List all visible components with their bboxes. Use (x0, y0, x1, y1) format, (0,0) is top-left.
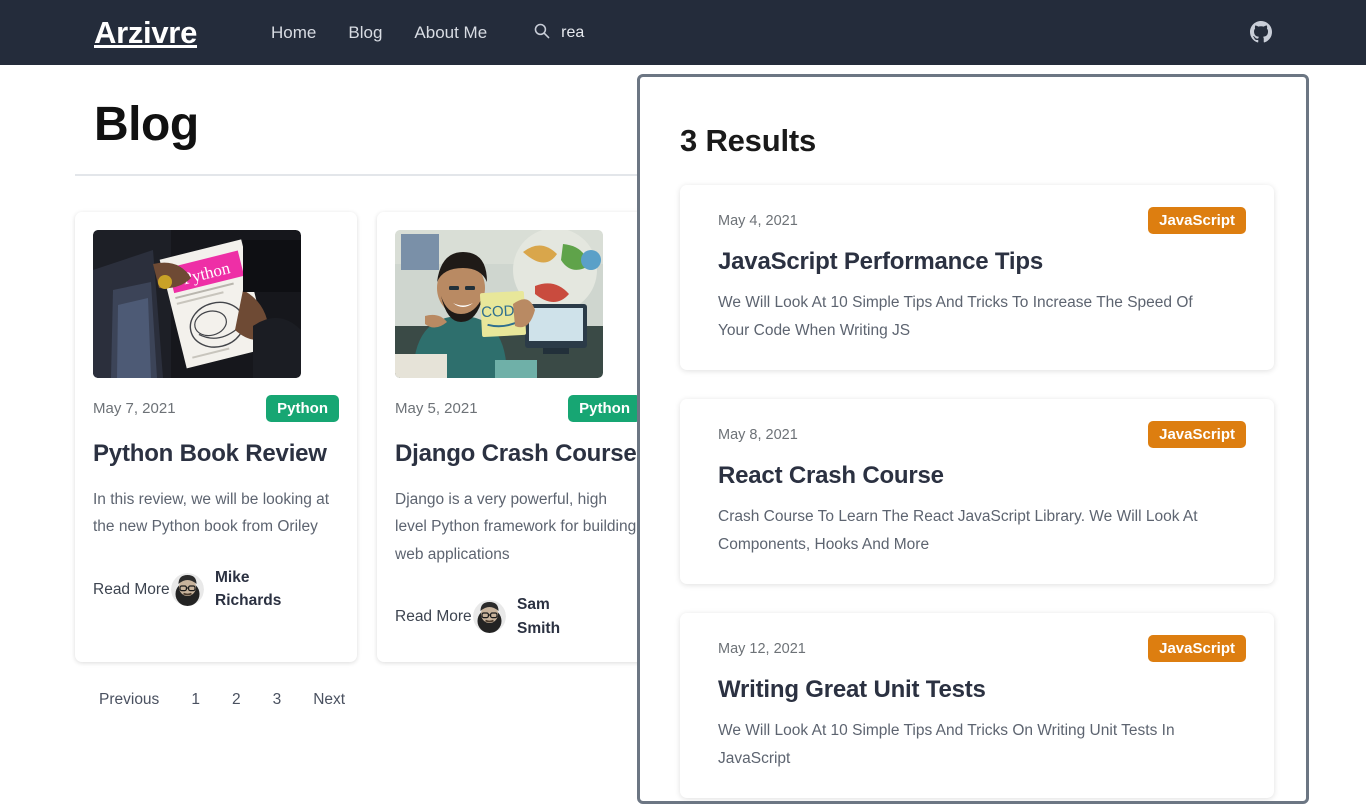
nav-link-about-me[interactable]: About Me (398, 19, 503, 47)
nav-links: Home Blog About Me (255, 19, 503, 47)
nav-link-home[interactable]: Home (255, 19, 332, 47)
search-form (533, 21, 682, 44)
navbar: Arzivre Home Blog About Me (0, 0, 1366, 65)
search-result-item[interactable]: May 8, 2021 JavaScript React Crash Cours… (680, 399, 1274, 585)
read-more-link[interactable]: Read More (395, 605, 473, 628)
avatar (473, 600, 506, 634)
result-tag-badge[interactable]: JavaScript (1148, 635, 1246, 663)
post-excerpt: In this review, we will be looking at th… (93, 490, 330, 536)
blog-card[interactable]: CODE May 5, 2021 Python Django Crash Cou… (377, 212, 659, 662)
pagination-previous[interactable]: Previous (83, 686, 175, 714)
read-more-link[interactable]: Read More (93, 578, 171, 601)
author-name: Mike Richards (215, 568, 282, 610)
post-thumbnail-code-note: CODE (395, 230, 603, 378)
result-tag-badge[interactable]: JavaScript (1148, 207, 1246, 234)
blog-card[interactable]: Python May 7, 2021 Python Python Book Re… (75, 212, 357, 662)
post-tag-badge[interactable]: Python (568, 395, 641, 422)
post-tag-badge[interactable]: Python (266, 395, 339, 422)
result-title[interactable]: Writing Great Unit Tests (718, 676, 1246, 704)
search-results-list: May 4, 2021 JavaScript JavaScript Perfor… (640, 185, 1306, 799)
result-meta: May 12, 2021 JavaScript (718, 635, 1246, 663)
post-title[interactable]: Django Crash Course (395, 439, 641, 470)
github-icon[interactable] (1250, 21, 1272, 43)
avatar (171, 572, 204, 606)
result-excerpt: We Will Look At 10 Simple Tips And Trick… (718, 722, 1175, 767)
search-result-item[interactable]: May 12, 2021 JavaScript Writing Great Un… (680, 613, 1274, 799)
post-date: May 7, 2021 (93, 400, 176, 417)
result-title[interactable]: React Crash Course (718, 462, 1246, 490)
post-thumbnail-python-book: Python (93, 230, 301, 378)
result-excerpt: Crash Course To Learn The React JavaScri… (718, 508, 1198, 553)
result-meta: May 4, 2021 JavaScript (718, 207, 1246, 234)
search-results-panel: 3 Results May 4, 2021 JavaScript JavaScr… (637, 74, 1309, 804)
result-date: May 12, 2021 (718, 640, 806, 657)
post-author: Mike Richards (171, 566, 287, 613)
result-tag-badge[interactable]: JavaScript (1148, 421, 1246, 449)
post-date: May 5, 2021 (395, 400, 478, 417)
search-icon[interactable] (533, 22, 550, 44)
results-heading: 3 Results (680, 123, 817, 158)
pagination-next[interactable]: Next (297, 686, 361, 714)
post-meta: May 5, 2021 Python (395, 395, 641, 422)
post-meta: May 7, 2021 Python (93, 395, 339, 422)
result-title[interactable]: JavaScript Performance Tips (718, 248, 1246, 276)
pagination-page-3[interactable]: 3 (257, 686, 298, 714)
result-date: May 8, 2021 (718, 426, 798, 443)
result-date: May 4, 2021 (718, 212, 798, 229)
author-name: Sam Smith (517, 596, 561, 637)
post-footer: Read More (93, 566, 339, 613)
post-title[interactable]: Python Book Review (93, 439, 339, 470)
search-input[interactable] (561, 21, 682, 44)
result-meta: May 8, 2021 JavaScript (718, 421, 1246, 449)
pagination-page-1[interactable]: 1 (175, 686, 216, 714)
search-result-item[interactable]: May 4, 2021 JavaScript JavaScript Perfor… (680, 185, 1274, 371)
post-author: Sam Smith (473, 593, 589, 640)
brand-logo[interactable]: Arzivre (94, 15, 197, 51)
nav-link-blog[interactable]: Blog (332, 19, 398, 47)
pagination-page-2[interactable]: 2 (216, 686, 257, 714)
post-footer: Read More (395, 593, 641, 640)
result-excerpt: We Will Look At 10 Simple Tips And Trick… (718, 294, 1193, 339)
post-excerpt: Django is a very powerful, high level Py… (395, 490, 637, 563)
